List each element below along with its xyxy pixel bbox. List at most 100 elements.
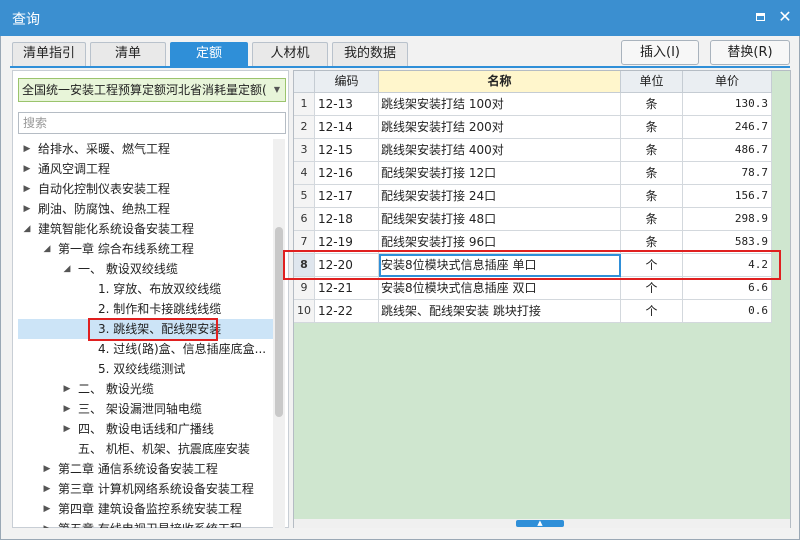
name-cell[interactable]: 跳线架安装打结 400对 <box>379 139 621 162</box>
tree-item-label: 五、 机柜、机架、抗震底座安装 <box>78 442 250 456</box>
code-cell[interactable]: 12-15 <box>315 139 379 162</box>
tree-item[interactable]: ▶ 给排水、采暖、燃气工程 <box>18 139 273 159</box>
tree-item[interactable]: 5. 双绞线缆测试 <box>18 359 273 379</box>
tab-quota[interactable]: 定额 <box>170 42 248 66</box>
code-cell[interactable]: 12-17 <box>315 185 379 208</box>
expand-icon[interactable]: ▶ <box>62 419 72 439</box>
name-cell[interactable]: 跳线架、配线架安装 跳块打接 <box>379 300 621 323</box>
header-unit[interactable]: 单位 <box>621 71 683 93</box>
code-cell[interactable]: 12-21 <box>315 277 379 300</box>
tree-item[interactable]: ▶ 三、 架设漏泄同轴电缆 <box>18 399 273 419</box>
tab-my-data[interactable]: 我的数据 <box>332 42 408 66</box>
quota-library-select[interactable]: 全国统一安装工程预算定额河北省消耗量定额( ▼ <box>18 78 286 102</box>
row-number[interactable]: 6 <box>294 208 315 231</box>
tree-item[interactable]: ◢ 建筑智能化系统设备安装工程 <box>18 219 273 239</box>
code-cell[interactable]: 12-16 <box>315 162 379 185</box>
price-cell[interactable]: 298.9 <box>683 208 772 231</box>
header-code[interactable]: 编码 <box>315 71 379 93</box>
code-cell[interactable]: 12-22 <box>315 300 379 323</box>
expand-icon[interactable]: ▶ <box>22 179 32 199</box>
code-cell[interactable]: 12-13 <box>315 93 379 116</box>
expand-icon[interactable]: ▶ <box>22 199 32 219</box>
tree-item[interactable]: 五、 机柜、机架、抗震底座安装 <box>18 439 273 459</box>
row-number[interactable]: 1 <box>294 93 315 116</box>
unit-cell[interactable]: 条 <box>621 208 683 231</box>
tree-item[interactable]: ▶ 第二章 通信系统设备安装工程 <box>18 459 273 479</box>
row-number[interactable]: 10 <box>294 300 315 323</box>
search-input[interactable]: 搜索 <box>18 112 286 134</box>
tree-item-label: 三、 架设漏泄同轴电缆 <box>78 402 202 416</box>
expand-icon[interactable]: ▶ <box>62 379 72 399</box>
tree-item[interactable]: 1. 穿放、布放双绞线缆 <box>18 279 273 299</box>
expand-icon[interactable]: ▶ <box>22 159 32 179</box>
grid-hscrollbar[interactable]: ▲ <box>294 519 790 528</box>
header-name[interactable]: 名称 <box>379 71 621 93</box>
tree-item[interactable]: ▶ 通风空调工程 <box>18 159 273 179</box>
tree-item-label: 二、 敷设光缆 <box>78 382 154 396</box>
price-cell[interactable]: 156.7 <box>683 185 772 208</box>
tree-item[interactable]: ▶ 四、 敷设电话线和广播线 <box>18 419 273 439</box>
code-cell[interactable]: 12-14 <box>315 116 379 139</box>
unit-cell[interactable]: 条 <box>621 116 683 139</box>
restore-icon[interactable] <box>752 8 770 26</box>
tree-item-label: 第五章 有线电视卫星接收系统工程 <box>58 519 242 528</box>
chevron-down-icon[interactable]: ▼ <box>269 79 285 101</box>
chevron-up-icon[interactable]: ▲ <box>516 520 564 527</box>
price-cell[interactable]: 6.6 <box>683 277 772 300</box>
unit-cell[interactable]: 个 <box>621 300 683 323</box>
price-cell[interactable]: 246.7 <box>683 116 772 139</box>
expand-icon[interactable]: ▶ <box>62 399 72 419</box>
row-number[interactable]: 4 <box>294 162 315 185</box>
collapse-icon[interactable]: ◢ <box>42 239 52 259</box>
name-cell[interactable]: 跳线架安装打结 100对 <box>379 93 621 116</box>
tab-bill[interactable]: 清单 <box>90 42 166 66</box>
tree-item[interactable]: 2. 制作和卡接跳线线缆 <box>18 299 273 319</box>
tree-item[interactable]: 4. 过线(路)盒、信息插座底盒... <box>18 339 273 359</box>
tree-item[interactable]: ▶ 第三章 计算机网络系统设备安装工程 <box>18 479 273 499</box>
price-cell[interactable]: 78.7 <box>683 162 772 185</box>
tree-item-label: 一、 敷设双绞线缆 <box>78 262 178 276</box>
insert-button[interactable]: 插入(I) <box>621 40 699 65</box>
name-cell[interactable]: 配线架安装打接 48口 <box>379 208 621 231</box>
name-cell[interactable]: 配线架安装打接 12口 <box>379 162 621 185</box>
tab-labor-material[interactable]: 人材机 <box>252 42 328 66</box>
tree-item-label: 4. 过线(路)盒、信息插座底盒... <box>98 342 267 356</box>
code-cell[interactable]: 12-18 <box>315 208 379 231</box>
collapse-icon[interactable]: ◢ <box>62 259 72 279</box>
unit-cell[interactable]: 条 <box>621 185 683 208</box>
tree-item[interactable]: ▶ 第四章 建筑设备监控系统安装工程 <box>18 499 273 519</box>
expand-icon[interactable]: ▶ <box>42 519 52 528</box>
close-icon[interactable]: ✕ <box>776 8 794 26</box>
name-cell[interactable]: 跳线架安装打结 200对 <box>379 116 621 139</box>
replace-button[interactable]: 替换(R) <box>710 40 790 65</box>
tab-underline <box>10 66 790 68</box>
tree-scrollbar-thumb[interactable] <box>275 227 283 417</box>
expand-icon[interactable]: ▶ <box>42 499 52 519</box>
row-number[interactable]: 9 <box>294 277 315 300</box>
unit-cell[interactable]: 条 <box>621 162 683 185</box>
expand-icon[interactable]: ▶ <box>42 479 52 499</box>
tab-bill-guide[interactable]: 清单指引 <box>12 42 86 66</box>
tree-item[interactable]: ◢ 第一章 综合布线系统工程 <box>18 239 273 259</box>
tree-item[interactable]: ▶ 二、 敷设光缆 <box>18 379 273 399</box>
price-cell[interactable]: 486.7 <box>683 139 772 162</box>
expand-icon[interactable]: ▶ <box>22 139 32 159</box>
unit-cell[interactable]: 个 <box>621 277 683 300</box>
price-cell[interactable]: 130.3 <box>683 93 772 116</box>
name-cell[interactable]: 安装8位模块式信息插座 双口 <box>379 277 621 300</box>
tree-item[interactable]: ▶ 刷油、防腐蚀、绝热工程 <box>18 199 273 219</box>
name-cell[interactable]: 配线架安装打接 24口 <box>379 185 621 208</box>
unit-cell[interactable]: 条 <box>621 93 683 116</box>
row-number[interactable]: 2 <box>294 116 315 139</box>
unit-cell[interactable]: 条 <box>621 139 683 162</box>
tree-item[interactable]: ▶ 自动化控制仪表安装工程 <box>18 179 273 199</box>
expand-icon[interactable]: ▶ <box>42 459 52 479</box>
row-number[interactable]: 5 <box>294 185 315 208</box>
collapse-icon[interactable]: ◢ <box>22 219 32 239</box>
price-cell[interactable]: 0.6 <box>683 300 772 323</box>
row-number[interactable]: 3 <box>294 139 315 162</box>
tree-item[interactable]: ◢ 一、 敷设双绞线缆 <box>18 259 273 279</box>
header-price[interactable]: 单价 <box>683 71 772 93</box>
tree-scrollbar[interactable] <box>273 139 285 528</box>
tree-item[interactable]: ▶ 第五章 有线电视卫星接收系统工程 <box>18 519 273 528</box>
